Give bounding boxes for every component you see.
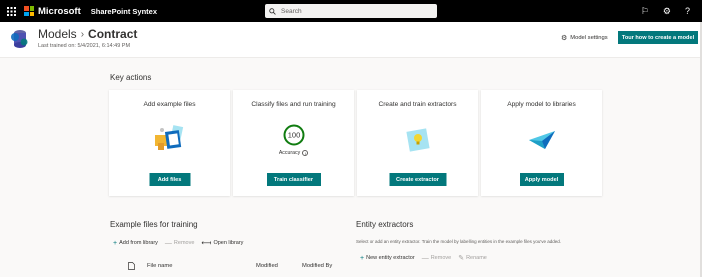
remove-label: Remove	[173, 240, 195, 246]
apply-model-illustration	[481, 120, 602, 160]
add-from-library-label: Add from library	[119, 240, 158, 246]
tour-button[interactable]: Tour how to create a model	[618, 31, 698, 44]
extractor-illustration	[357, 120, 478, 160]
plus-icon: +	[360, 254, 365, 262]
rename-icon: ✎	[458, 255, 465, 262]
card-title: Add example files	[143, 101, 196, 108]
microsoft-logo[interactable]: Microsoft	[24, 6, 81, 17]
card-title: Apply model to libraries	[507, 101, 576, 108]
gear-icon[interactable]: ⚙	[663, 6, 671, 17]
microsoft-logo-icon	[24, 6, 34, 16]
key-actions-title: Key actions	[110, 73, 152, 82]
brand-name: Microsoft	[38, 5, 81, 17]
files-illustration-icon	[154, 125, 183, 150]
apply-model-button[interactable]: Apply model	[519, 173, 564, 186]
accuracy-ring: 100	[283, 124, 304, 146]
open-library-label: Open library	[213, 240, 244, 246]
minus-icon: —	[421, 254, 429, 262]
breadcrumb-models[interactable]: Models	[38, 27, 77, 41]
info-icon[interactable]: i	[302, 150, 309, 156]
card-classify-files: Classify files and run training 100 Accu…	[233, 90, 354, 196]
accuracy-value: 100	[287, 131, 300, 140]
add-files-button[interactable]: Add files	[149, 173, 190, 186]
last-trained-text: Last trained on: 5/4/2021, 6:14:49 PM	[38, 43, 131, 49]
column-modified-by[interactable]: Modified By	[302, 263, 332, 269]
entity-extractors-toolbar: + New entity extractor — Remove ✎ Rename	[360, 254, 494, 263]
file-type-icon	[128, 262, 135, 270]
open-arrow-icon: ⟻	[201, 240, 212, 247]
plus-icon: +	[113, 239, 118, 247]
remove-extractor-button[interactable]: — Remove	[422, 255, 451, 262]
new-entity-extractor-button[interactable]: + New entity extractor	[360, 255, 415, 262]
remove-file-button[interactable]: — Remove	[165, 240, 194, 247]
paper-plane-icon	[528, 131, 555, 149]
card-apply-model: Apply model to libraries Apply model	[481, 90, 602, 196]
card-title: Create and train extractors	[378, 101, 457, 108]
card-add-example-files: Add example files Add files	[109, 90, 230, 196]
add-from-library-button[interactable]: + Add from library	[113, 240, 158, 247]
bulb-card-icon	[405, 128, 430, 152]
card-create-extractors: Create and train extractors Create extra…	[357, 90, 478, 196]
entity-extractors-title: Entity extractors	[356, 220, 414, 229]
column-file-name[interactable]: File name	[147, 263, 172, 269]
search-box[interactable]: Search	[265, 4, 437, 18]
syntex-app-icon	[11, 30, 28, 48]
model-settings-label: Model settings	[570, 35, 608, 41]
page-header: Models › Contract Last trained on: 5/4/2…	[0, 22, 702, 58]
column-modified[interactable]: Modified	[256, 263, 278, 269]
suite-bar: Microsoft SharePoint Syntex Search ⚐ ⚙ ?	[0, 0, 702, 22]
waffle-icon[interactable]	[0, 0, 22, 22]
accuracy-label-row: Accuracy i	[233, 150, 354, 156]
card-title: Classify files and run training	[251, 101, 336, 108]
breadcrumb-separator: ›	[80, 28, 85, 40]
entity-extractors-description: Select or add an entity extractor. Train…	[356, 239, 561, 244]
rename-extractor-button[interactable]: ✎ Rename	[458, 254, 487, 262]
rename-label: Rename	[466, 255, 487, 261]
page-title: Contract	[88, 27, 138, 41]
example-files-title: Example files for training	[110, 220, 198, 229]
search-placeholder: Search	[281, 7, 302, 15]
breadcrumb: Models › Contract	[38, 27, 137, 41]
settings-gear-icon: ⚙	[561, 35, 568, 42]
example-files-toolbar: + Add from library — Remove ⟻ Open libra…	[113, 239, 250, 248]
accuracy-label: Accuracy	[278, 150, 301, 156]
help-icon[interactable]: ?	[685, 6, 690, 16]
flag-icon[interactable]: ⚐	[641, 6, 649, 17]
remove-label: Remove	[430, 255, 452, 261]
app-name[interactable]: SharePoint Syntex	[91, 7, 157, 16]
train-classifier-button[interactable]: Train classifier	[266, 173, 321, 186]
open-library-button[interactable]: ⟻ Open library	[201, 239, 243, 247]
add-files-illustration	[109, 120, 230, 160]
search-icon	[269, 7, 276, 15]
new-entity-extractor-label: New entity extractor	[366, 255, 415, 261]
model-settings-button[interactable]: ⚙ Model settings	[561, 34, 608, 42]
minus-icon: —	[164, 239, 172, 247]
create-extractor-button[interactable]: Create extractor	[389, 173, 446, 186]
